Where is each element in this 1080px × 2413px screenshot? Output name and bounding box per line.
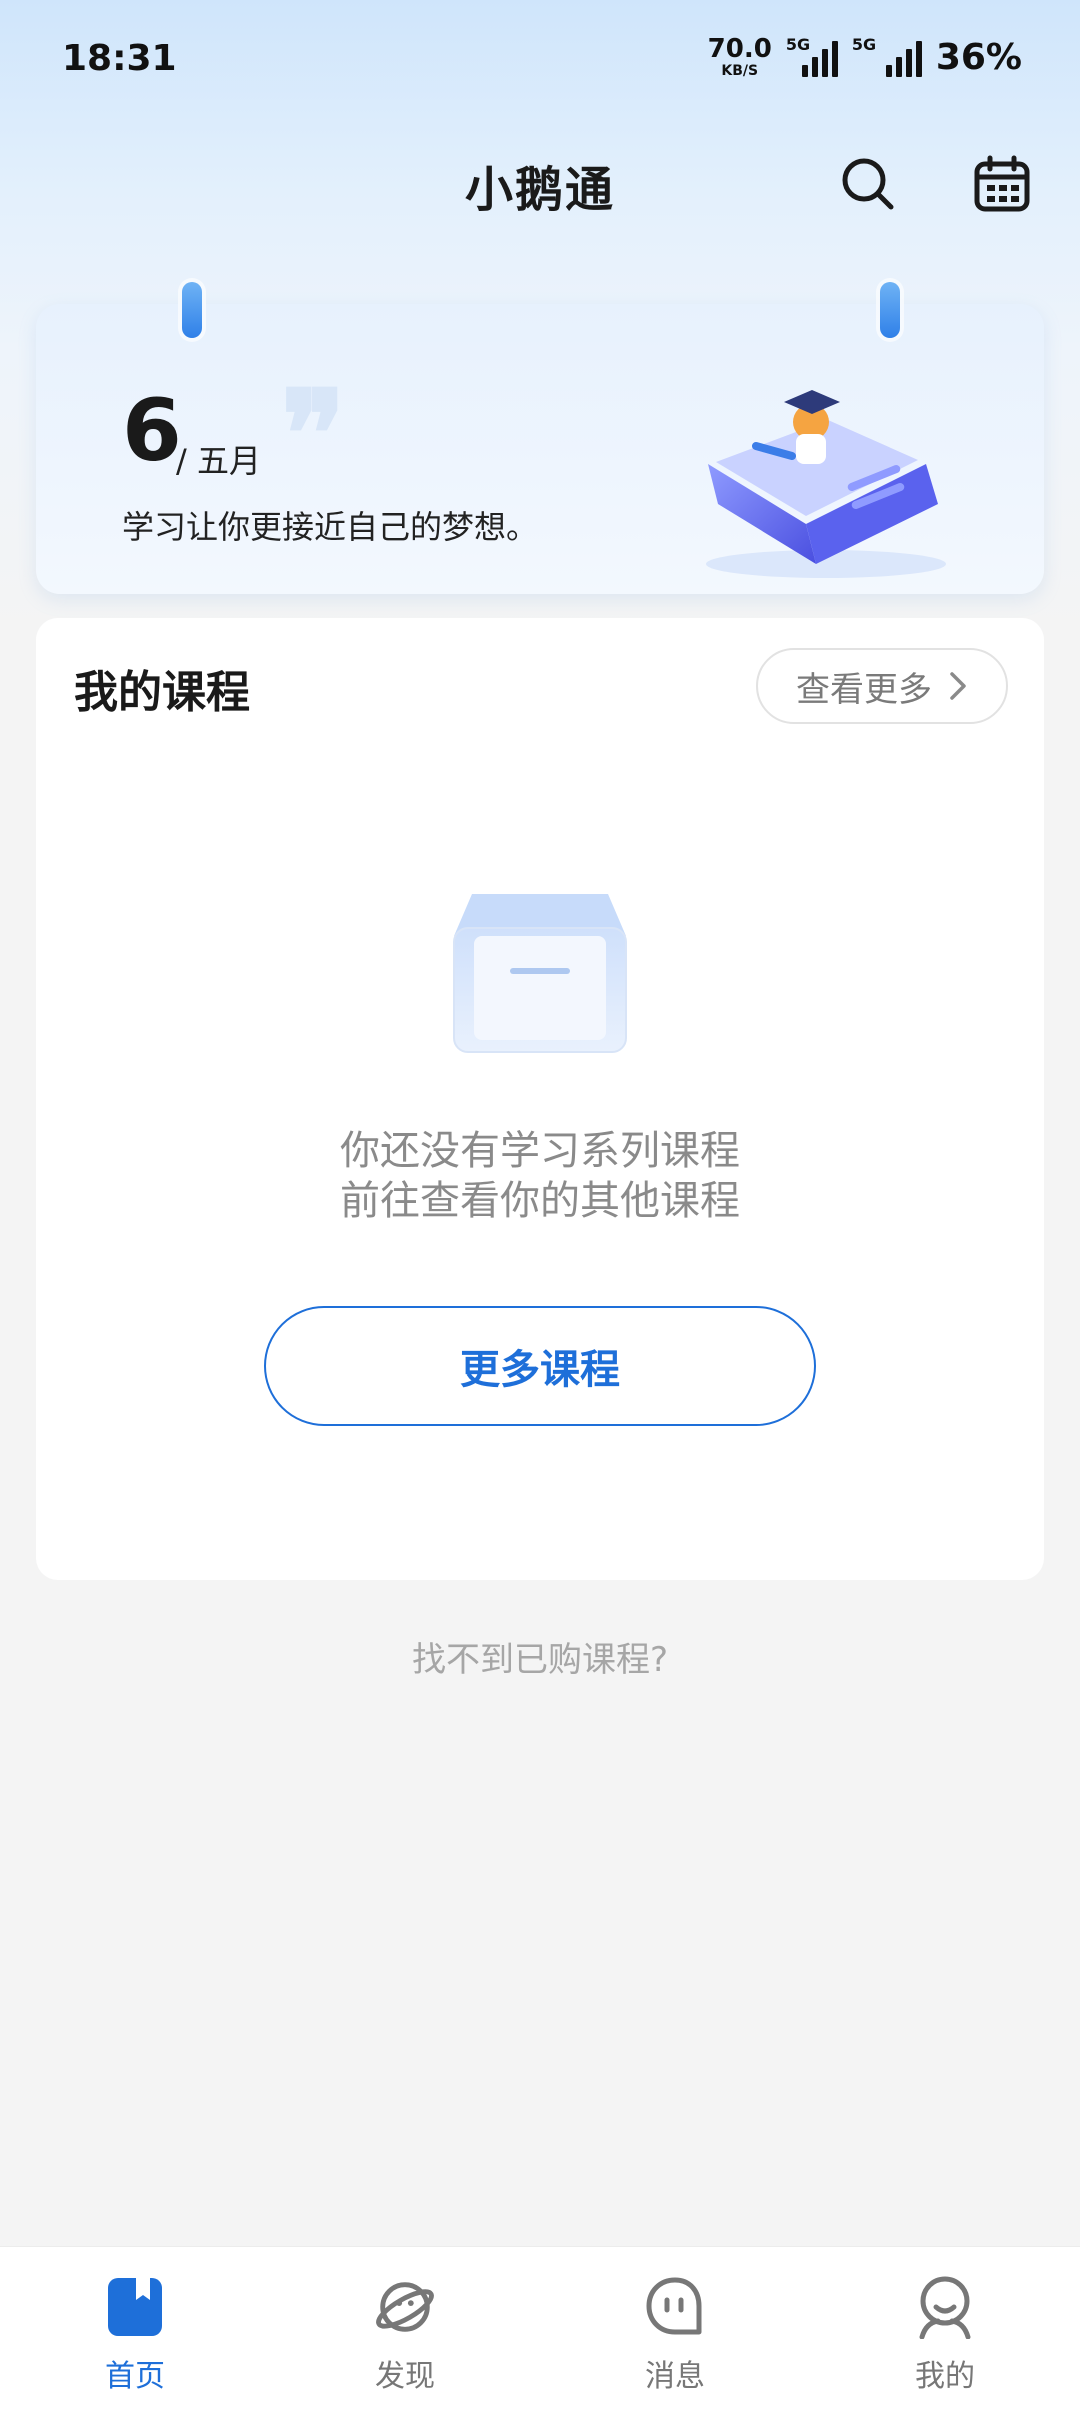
network-speed-unit: KB/S	[721, 63, 759, 79]
network-speed: 70.0 KB/S	[708, 36, 772, 78]
status-time: 18:31	[62, 38, 177, 79]
my-courses-title: 我的课程	[74, 667, 250, 718]
empty-state-line-2: 前往查看你的其他课程	[340, 1178, 740, 1224]
my-courses-card: 我的课程 查看更多 你还没有学习系列课程 前往查看你的其他课程 更多课程	[36, 618, 1044, 1580]
more-courses-button[interactable]: 更多课程	[264, 1306, 816, 1426]
battery-level: 36%	[935, 36, 1022, 78]
message-bubble-icon	[643, 2275, 707, 2339]
nav-item-home[interactable]: 首页	[0, 2247, 270, 2413]
home-book-icon	[103, 2275, 167, 2339]
binder-ring-right	[880, 282, 900, 338]
view-more-label: 查看更多	[796, 669, 932, 710]
planet-icon	[373, 2275, 437, 2339]
nav-item-profile[interactable]: 我的	[810, 2247, 1080, 2413]
nav-label-discover: 发现	[375, 2359, 435, 2394]
calendar-icon[interactable]	[970, 152, 1034, 216]
empty-box-icon	[453, 894, 627, 1053]
nav-item-discover[interactable]: 发现	[270, 2247, 540, 2413]
network-speed-value: 70.0	[707, 34, 772, 64]
view-more-button[interactable]: 查看更多	[756, 648, 1008, 724]
banner-month: / 五月	[176, 442, 261, 480]
nav-label-home: 首页	[105, 2359, 165, 2394]
empty-state-message: 你还没有学习系列课程 前往查看你的其他课程	[36, 1126, 1044, 1226]
nav-label-messages: 消息	[645, 2359, 705, 2394]
bottom-navigation: 首页 发现 消息 我的	[0, 2246, 1080, 2413]
app-title: 小鹅通	[464, 162, 615, 218]
signal-sim2-tag: 5G	[851, 35, 877, 54]
signal-sim1-icon: 5G	[786, 35, 838, 77]
nav-item-messages[interactable]: 消息	[540, 2247, 810, 2413]
quote-mark-icon: ❞	[281, 364, 346, 505]
open-book-illustration-icon	[706, 390, 946, 578]
chevron-right-icon	[950, 672, 966, 700]
search-icon[interactable]	[836, 152, 900, 216]
binder-ring-left	[182, 282, 202, 338]
nav-label-profile: 我的	[915, 2359, 975, 2394]
banner-motto: 学习让你更接近自己的梦想。	[122, 508, 539, 546]
profile-avatar-icon	[913, 2275, 977, 2339]
status-indicators: 70.0 KB/S 5G 5G 36%	[708, 35, 1022, 78]
signal-sim2-icon: 5G	[851, 35, 922, 77]
status-bar: 18:31 70.0 KB/S 5G 5G 36%	[0, 0, 1080, 124]
daily-quote-banner: ❞ 6 / 五月 学习让你更接近自己的梦想。	[36, 304, 1044, 594]
empty-state-line-1: 你还没有学习系列课程	[340, 1128, 740, 1174]
banner-day: 6	[122, 381, 182, 481]
find-purchased-courses-link[interactable]: 找不到已购课程?	[0, 1632, 1080, 1681]
